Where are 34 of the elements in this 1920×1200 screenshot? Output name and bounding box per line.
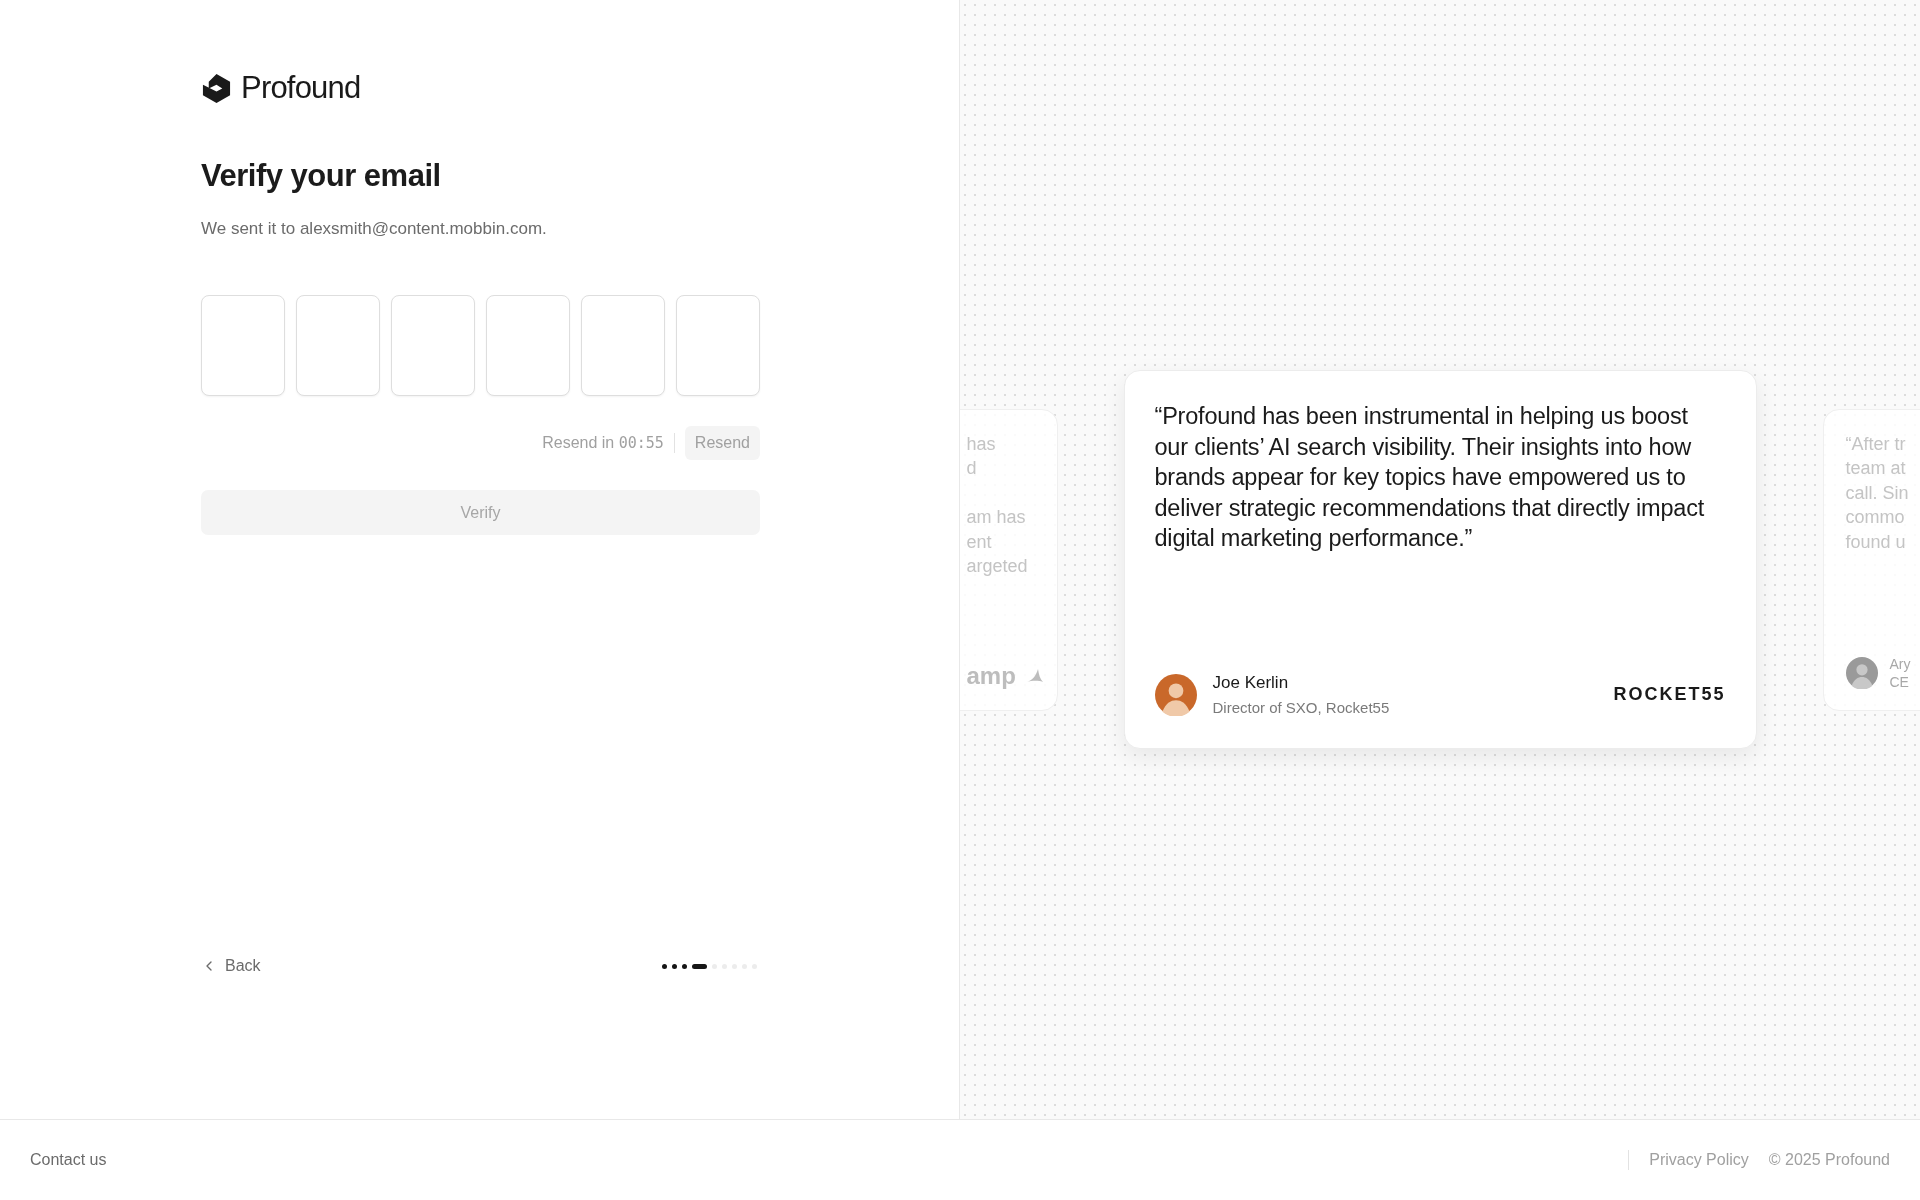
privacy-link[interactable]: Privacy Policy xyxy=(1649,1151,1749,1169)
person-role: Director of SXO, Rocket55 xyxy=(1212,699,1391,716)
resend-countdown: Resend in 00:55 xyxy=(542,434,664,452)
code-input[interactable] xyxy=(581,295,665,396)
quote-line: found u xyxy=(1845,530,1907,554)
person-name: Joe Kerlin xyxy=(1212,673,1290,693)
company-logo: amp xyxy=(966,661,1016,690)
brand-name: Profound xyxy=(241,70,361,106)
quote-line: d xyxy=(966,457,978,480)
person-name: Ary xyxy=(1889,655,1912,672)
contact-link[interactable]: Contact us xyxy=(30,1151,107,1169)
subtitle: We sent it to alexsmith@content.mobbin.com. xyxy=(201,219,548,239)
code-input[interactable] xyxy=(296,295,380,396)
page-title: Verify your email xyxy=(201,158,442,194)
back-link[interactable]: Back xyxy=(201,957,261,975)
avatar xyxy=(1154,673,1197,716)
code-input[interactable] xyxy=(201,295,285,396)
quote-line: argeted xyxy=(966,555,1029,578)
company-logo: ROCKET55 xyxy=(1613,684,1726,705)
avatar xyxy=(1845,656,1878,689)
quote-line: commo xyxy=(1845,506,1906,529)
quote-line: “After tr xyxy=(1845,432,1907,456)
quote-line: call. Sin xyxy=(1845,481,1910,505)
quote-line: am has xyxy=(966,506,1027,529)
copyright: © 2025 Profound xyxy=(1768,1151,1890,1169)
person-role: CE xyxy=(1889,673,1910,690)
testimonial-quote: “Profound has been instrumental in helping us boost our clients’ AI search visibility. Their insights into how brands appear for key topics have empowered us to deliver strategic recommendations that directly impact digital marketing performance.” xyxy=(1154,402,1706,553)
logo-icon xyxy=(201,72,232,104)
code-input[interactable] xyxy=(676,295,760,396)
quote-line: ent xyxy=(966,530,993,554)
quote-line: team at xyxy=(1845,457,1907,480)
code-input[interactable] xyxy=(391,295,475,396)
quote-line: has xyxy=(966,432,997,456)
code-input[interactable] xyxy=(486,295,570,396)
